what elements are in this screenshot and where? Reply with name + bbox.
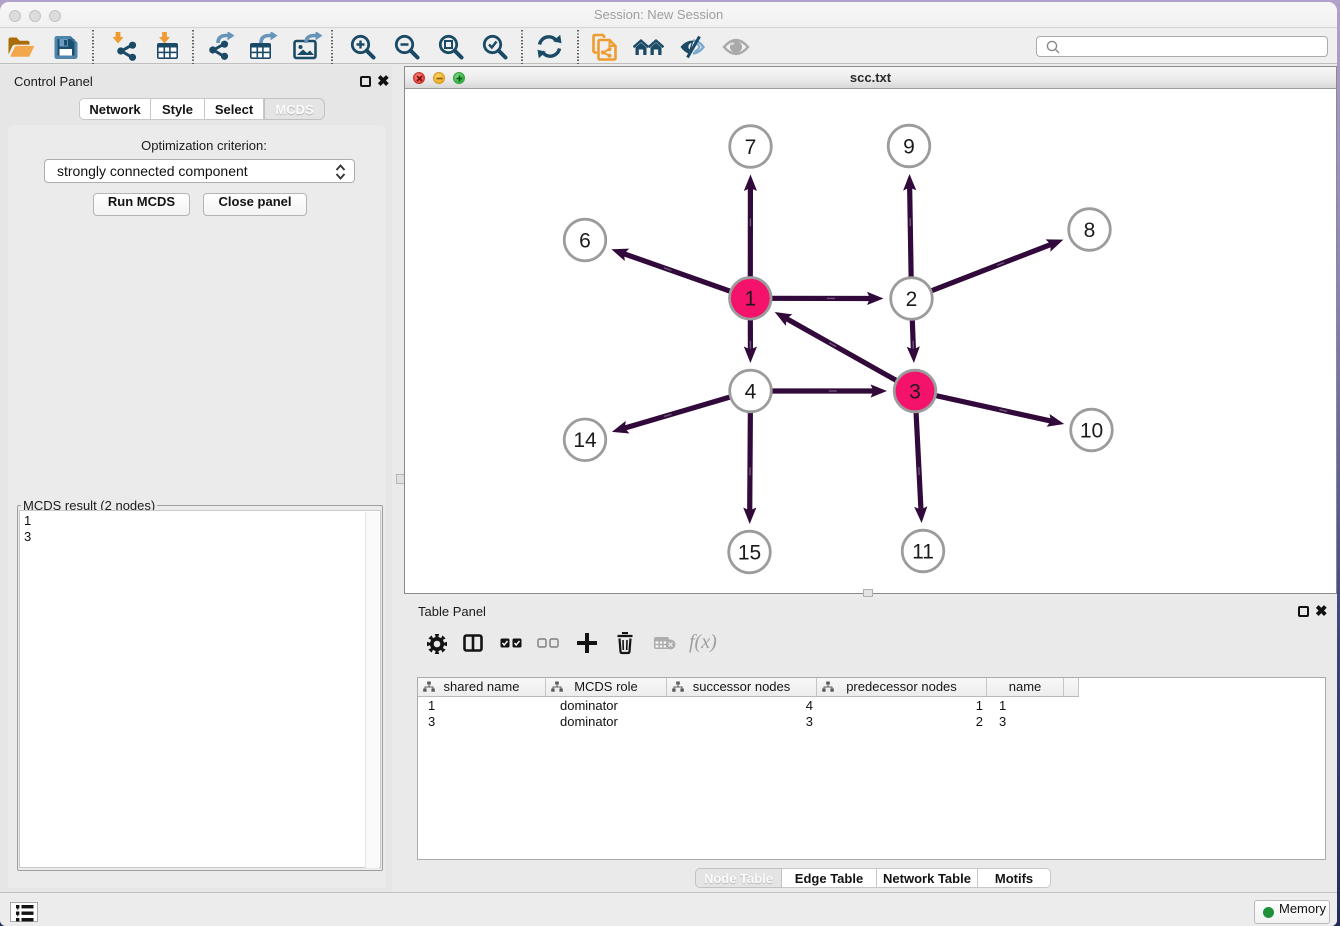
svg-text:9: 9: [903, 135, 915, 158]
svg-text:7: 7: [745, 136, 757, 159]
svg-text:8: 8: [1084, 219, 1096, 242]
svg-text:14: 14: [573, 429, 597, 452]
svg-text:6: 6: [579, 229, 591, 252]
svg-text:4: 4: [745, 380, 757, 403]
svg-text:3: 3: [909, 380, 921, 403]
svg-text:11: 11: [912, 540, 934, 563]
svg-text:1: 1: [744, 288, 756, 311]
svg-text:15: 15: [738, 541, 761, 564]
svg-text:2: 2: [906, 288, 918, 311]
svg-text:10: 10: [1080, 419, 1103, 442]
